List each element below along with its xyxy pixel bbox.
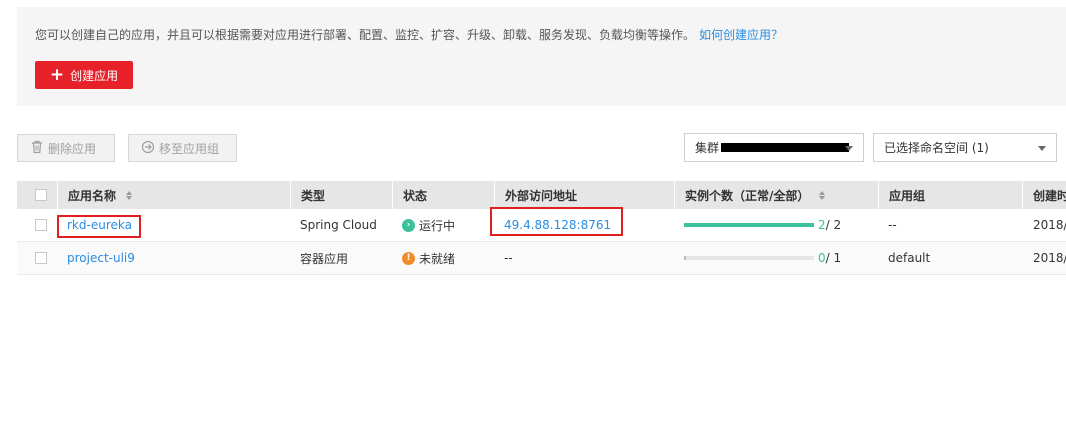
create-app-label: 创建应用 xyxy=(70,68,119,83)
instance-normal-count: 0 xyxy=(818,251,826,265)
header-created: 创建时 xyxy=(1022,181,1066,209)
table-row: project-uli9 容器应用 ! 未就绪 -- 0/ 1 default … xyxy=(17,242,1066,275)
plus-icon: + xyxy=(49,64,65,85)
running-status-icon: › xyxy=(402,218,415,232)
move-to-group-button[interactable]: 移至应用组 xyxy=(128,134,237,162)
app-type: Spring Cloud xyxy=(300,218,377,232)
select-all-checkbox[interactable] xyxy=(35,189,47,201)
instance-total-count: / 1 xyxy=(825,251,842,265)
delete-app-label: 删除应用 xyxy=(48,141,97,156)
redacted-cluster-name xyxy=(721,143,850,152)
header-address: 外部访问地址 xyxy=(494,181,674,209)
instance-progress-bar xyxy=(684,223,814,227)
header-address-label: 外部访问地址 xyxy=(505,188,578,203)
header-name[interactable]: 应用名称 xyxy=(57,181,290,209)
sort-icon[interactable] xyxy=(126,190,133,200)
chevron-down-icon xyxy=(845,146,853,151)
instance-normal-count: 2 xyxy=(818,218,826,232)
cluster-select[interactable]: 集群 xyxy=(684,133,864,162)
row-checkbox-cell[interactable] xyxy=(35,209,47,241)
app-name-link[interactable]: rkd-eureka xyxy=(67,209,132,241)
header-group-label: 应用组 xyxy=(889,188,926,203)
header-type: 类型 xyxy=(290,181,392,209)
app-name-link[interactable]: project-uli9 xyxy=(67,242,135,274)
table-row: rkd-eureka Spring Cloud › 运行中 49.4.88.12… xyxy=(17,209,1066,242)
header-group: 应用组 xyxy=(878,181,1022,209)
namespace-select-value: 已选择命名空间 (1) xyxy=(884,141,989,155)
app-status-label: 运行中 xyxy=(419,218,456,233)
instance-progress-fill xyxy=(684,223,814,227)
app-status-label: 未就绪 xyxy=(419,251,456,266)
sort-icon[interactable] xyxy=(819,190,826,200)
instance-progress-bar xyxy=(684,256,814,260)
app-status: › 运行中 xyxy=(402,209,455,241)
create-app-button[interactable]: + 创建应用 xyxy=(35,61,133,89)
move-to-group-label: 移至应用组 xyxy=(159,141,220,156)
app-type: 容器应用 xyxy=(300,251,349,266)
help-link[interactable]: 如何创建应用？ xyxy=(699,28,783,42)
trash-icon xyxy=(30,140,44,157)
external-address-link[interactable]: 49.4.88.128:8761 xyxy=(504,209,611,241)
move-icon xyxy=(141,140,155,157)
table-header: 应用名称 类型 状态 外部访问地址 实例个数（正常/全部） 应用组 创建时 xyxy=(17,181,1066,209)
instance-total-count: / 2 xyxy=(825,218,842,232)
chevron-down-icon xyxy=(1038,146,1046,151)
delete-app-button[interactable]: 删除应用 xyxy=(17,134,115,162)
instance-count: 2/ 2 xyxy=(684,209,841,241)
header-created-label: 创建时 xyxy=(1033,188,1066,203)
app-created-time: 2018/ xyxy=(1033,218,1066,232)
app-status: ! 未就绪 xyxy=(402,242,455,274)
intro-description: 您可以创建自己的应用，并且可以根据需要对应用进行部署、配置、监控、扩容、升级、卸… xyxy=(35,28,696,42)
header-name-label: 应用名称 xyxy=(68,188,117,203)
header-status: 状态 xyxy=(392,181,494,209)
row-checkbox[interactable] xyxy=(35,252,47,264)
header-type-label: 类型 xyxy=(301,188,326,203)
warning-status-icon: ! xyxy=(402,251,415,265)
app-group: -- xyxy=(888,218,897,232)
header-status-label: 状态 xyxy=(403,188,428,203)
instance-count: 0/ 1 xyxy=(684,242,841,274)
cluster-select-prefix: 集群 xyxy=(695,141,720,155)
namespace-select[interactable]: 已选择命名空间 (1) xyxy=(873,133,1057,162)
application-table: 应用名称 类型 状态 外部访问地址 实例个数（正常/全部） 应用组 创建时 rk… xyxy=(17,181,1066,275)
intro-banner: 您可以创建自己的应用，并且可以根据需要对应用进行部署、配置、监控、扩容、升级、卸… xyxy=(17,7,1066,106)
app-group: default xyxy=(888,251,931,265)
intro-text: 您可以创建自己的应用，并且可以根据需要对应用进行部署、配置、监控、扩容、升级、卸… xyxy=(35,26,783,43)
header-instances-label: 实例个数（正常/全部） xyxy=(685,188,810,203)
instance-progress-fill xyxy=(684,256,686,260)
row-checkbox-cell[interactable] xyxy=(35,242,47,274)
external-address: -- xyxy=(504,251,513,265)
header-instances[interactable]: 实例个数（正常/全部） xyxy=(674,181,878,209)
row-checkbox[interactable] xyxy=(35,219,47,231)
app-created-time: 2018/ xyxy=(1033,251,1066,265)
